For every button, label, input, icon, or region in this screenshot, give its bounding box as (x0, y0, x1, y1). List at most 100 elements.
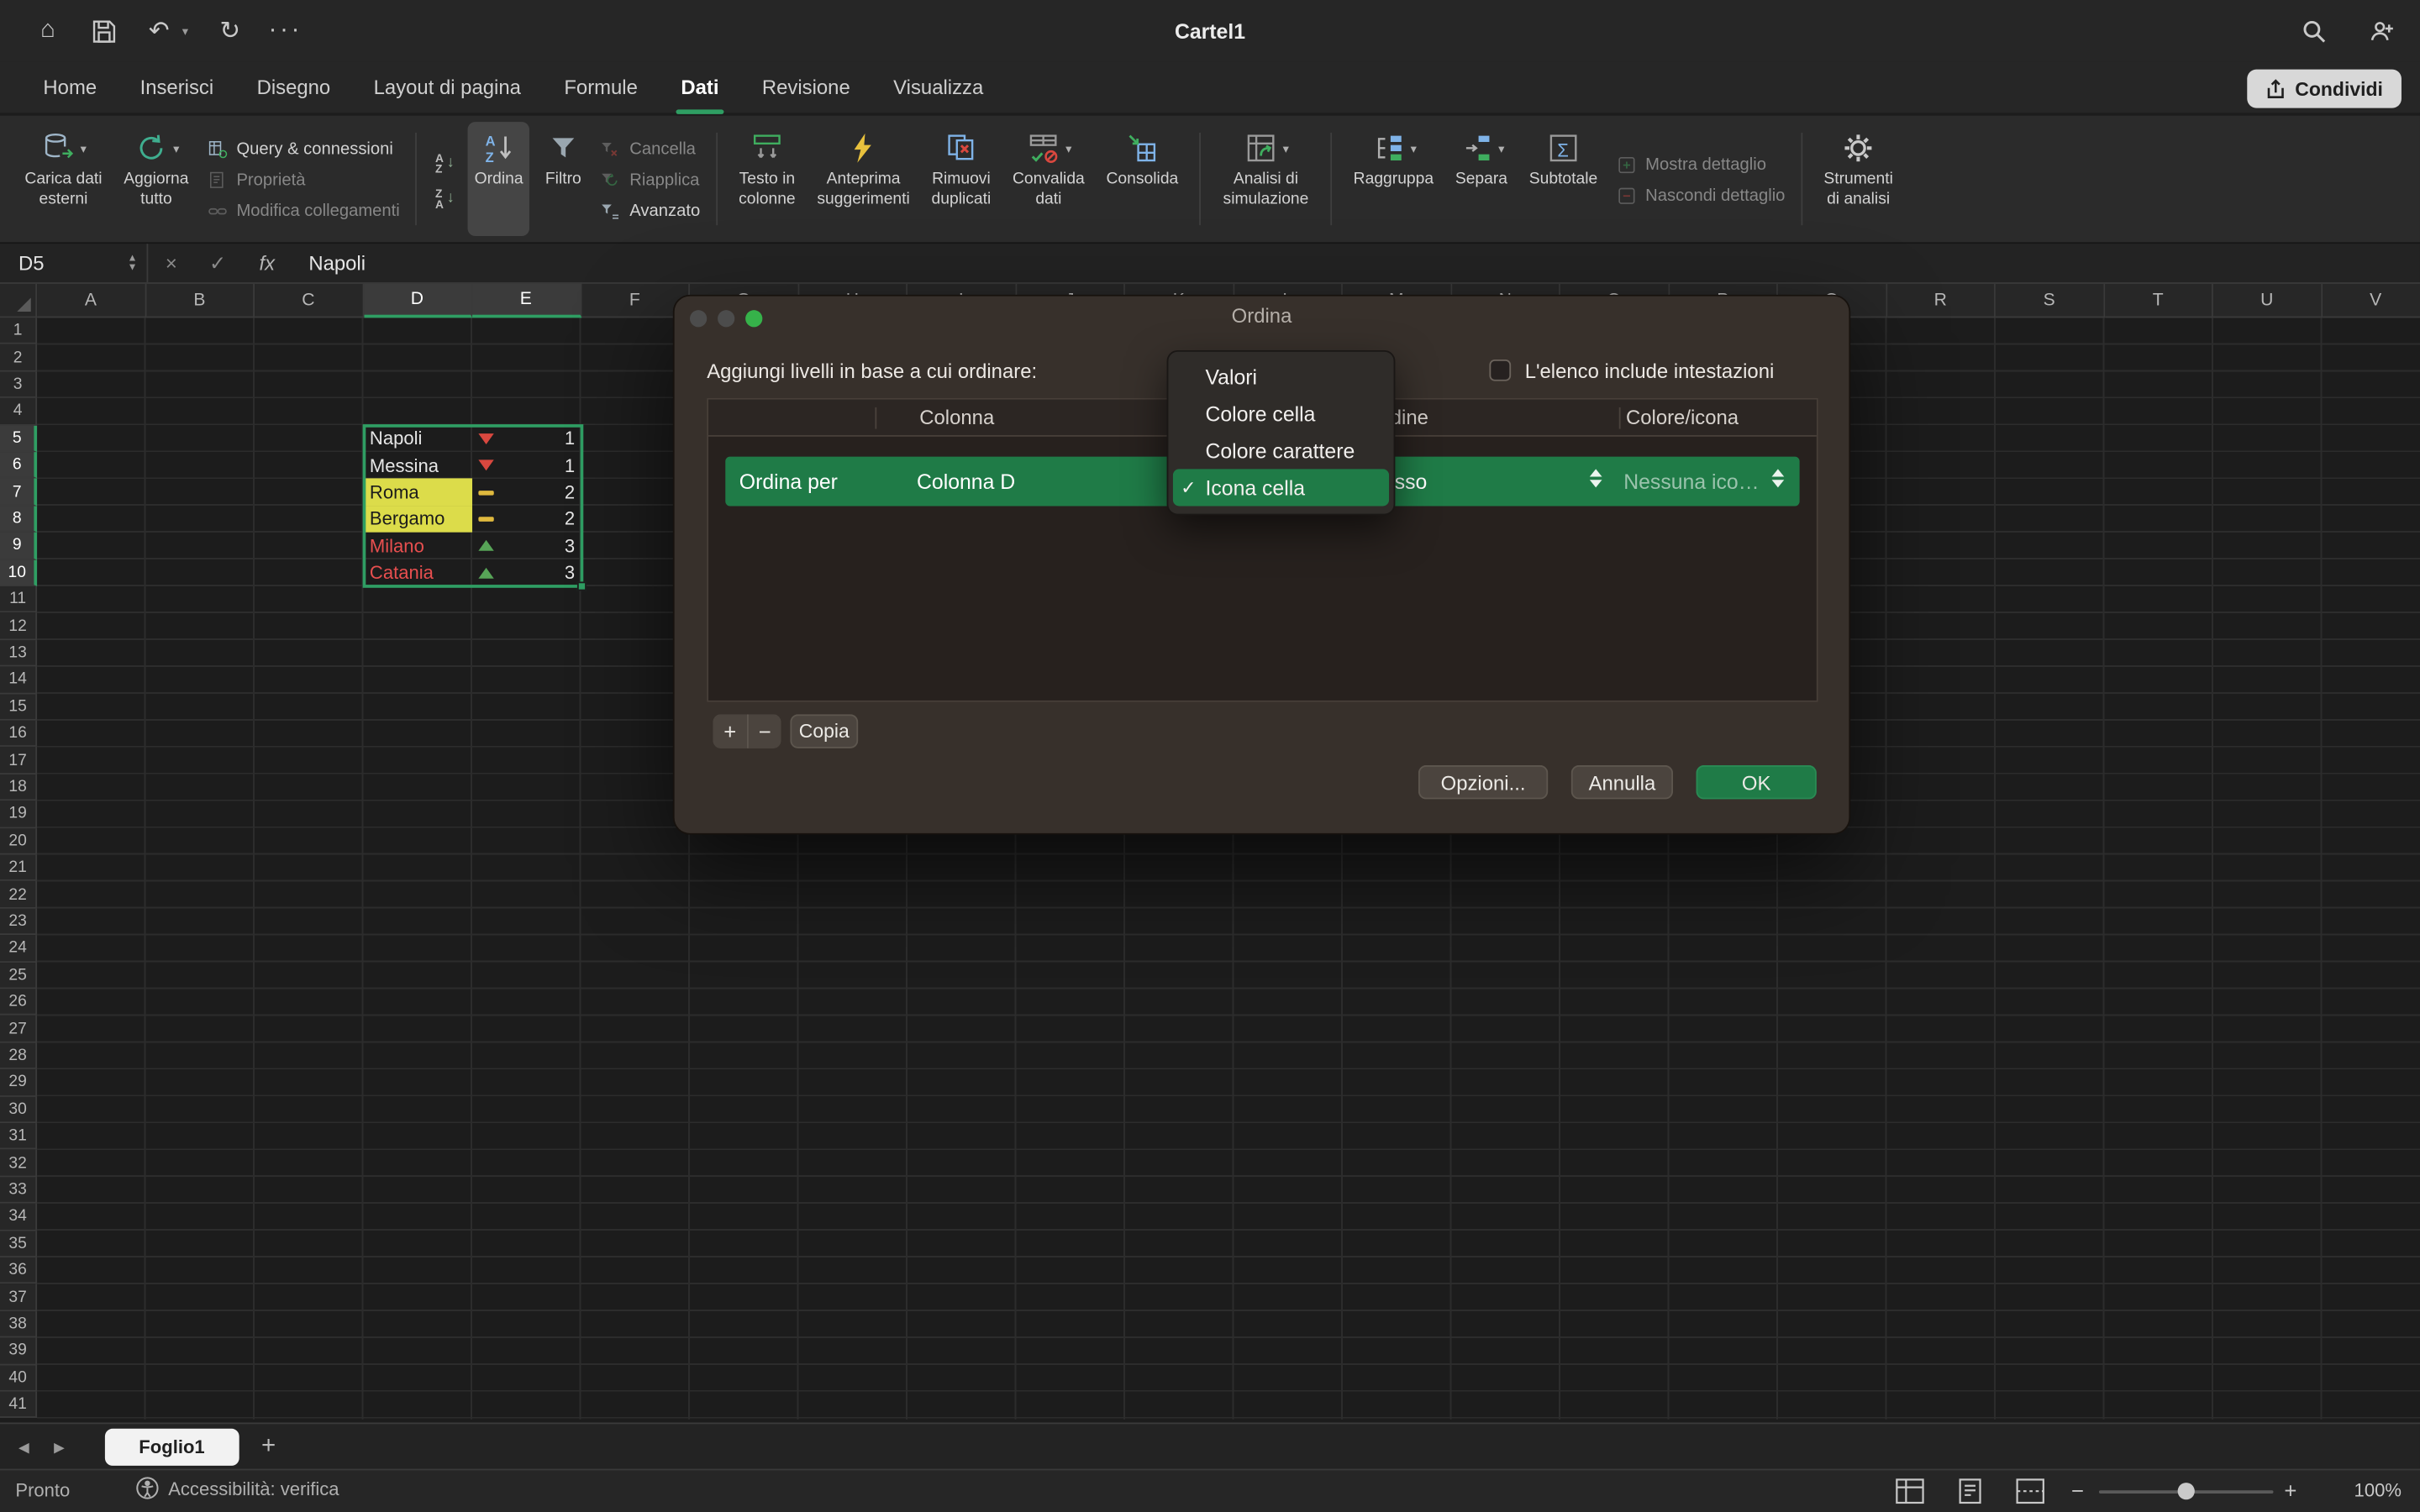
insert-function-icon[interactable]: fx (241, 251, 293, 275)
formula-input[interactable]: Napoli (308, 251, 366, 275)
column-header-F[interactable]: F (581, 284, 690, 318)
menu-item-colore-cella[interactable]: Colore cella (1173, 395, 1389, 432)
row-header-15[interactable]: 15 (0, 694, 37, 721)
column-header-R[interactable]: R (1886, 284, 1995, 318)
column-header-V[interactable]: V (2322, 284, 2420, 318)
zoom-in-icon[interactable]: + (2284, 1478, 2296, 1503)
row-header-12[interactable]: 12 (0, 613, 37, 640)
row-header-18[interactable]: 18 (0, 774, 37, 801)
color-icon-dropdown[interactable]: Nessuna ico… (1623, 457, 1759, 507)
row-header-22[interactable]: 22 (0, 881, 37, 908)
row-header-14[interactable]: 14 (0, 667, 37, 694)
cell-e5[interactable]: 1 (472, 425, 581, 452)
normal-view-icon[interactable] (1896, 1478, 1925, 1504)
tab-dati[interactable]: Dati (660, 61, 741, 113)
search-icon[interactable] (2300, 17, 2328, 45)
row-header-13[interactable]: 13 (0, 640, 37, 667)
tab-inserisci[interactable]: Inserisci (118, 61, 235, 113)
tab-visualizza[interactable]: Visualizza (871, 61, 1005, 113)
row-header-30[interactable]: 30 (0, 1096, 37, 1123)
row-header-33[interactable]: 33 (0, 1177, 37, 1204)
next-sheet-icon[interactable]: ▶ (54, 1439, 65, 1456)
row-header-27[interactable]: 27 (0, 1016, 37, 1042)
options-button[interactable]: Opzioni... (1418, 765, 1548, 799)
column-header-T[interactable]: T (2104, 284, 2212, 318)
row-header-8[interactable]: 8 (0, 506, 37, 533)
column-header-U[interactable]: U (2213, 284, 2322, 318)
headers-checkbox[interactable] (1489, 360, 1511, 381)
cell-d7[interactable]: Roma (364, 479, 472, 506)
menu-item-valori[interactable]: Valori (1173, 358, 1389, 395)
cell-d8[interactable]: Bergamo (364, 506, 472, 533)
page-layout-view-icon[interactable] (1955, 1478, 1985, 1504)
row-header-9[interactable]: 9 (0, 533, 37, 559)
ok-button[interactable]: OK (1697, 765, 1817, 799)
sort-descending-button[interactable]: ZA↓ (432, 184, 457, 212)
sort-ascending-button[interactable]: AZ↓ (432, 149, 457, 176)
queries-connections-button[interactable]: Query & connessioni (206, 138, 400, 161)
cell-e6[interactable]: 1 (472, 452, 581, 479)
filter-button[interactable]: Filtro (539, 122, 588, 236)
advanced-filter-button[interactable]: Avanzato (599, 200, 701, 223)
column-header-S[interactable]: S (1996, 284, 2104, 318)
tab-formule[interactable]: Formule (543, 61, 660, 113)
tab-disegno[interactable]: Disegno (235, 61, 352, 113)
text-to-columns-button[interactable]: Testo incolonne (733, 122, 802, 236)
row-header-38[interactable]: 38 (0, 1311, 37, 1338)
row-header-28[interactable]: 28 (0, 1042, 37, 1069)
add-sheet-button[interactable]: + (251, 1424, 285, 1470)
row-header-39[interactable]: 39 (0, 1338, 37, 1365)
row-header-36[interactable]: 36 (0, 1257, 37, 1284)
row-header-41[interactable]: 41 (0, 1392, 37, 1419)
row-header-1[interactable]: 1 (0, 318, 37, 344)
column-header-E[interactable]: E (472, 284, 581, 318)
row-header-40[interactable]: 40 (0, 1365, 37, 1392)
flash-fill-button[interactable]: Anteprimasuggerimenti (811, 122, 916, 236)
order-stepper-icon[interactable] (1590, 469, 1602, 487)
prev-sheet-icon[interactable]: ◀ (18, 1439, 29, 1456)
row-header-24[interactable]: 24 (0, 935, 37, 962)
sort-button[interactable]: AZOrdina (468, 122, 529, 236)
add-level-button[interactable]: + (713, 714, 747, 748)
row-header-26[interactable]: 26 (0, 989, 37, 1016)
row-header-23[interactable]: 23 (0, 908, 37, 935)
analysis-tools-button[interactable]: Strumentidi analisi (1818, 122, 1899, 236)
color-icon-stepper-icon[interactable] (1772, 469, 1785, 487)
cancel-entry-icon[interactable]: × (148, 251, 194, 275)
consolidate-button[interactable]: Consolida (1100, 122, 1184, 236)
share-button[interactable]: Condividi (2247, 70, 2402, 108)
column-header-A[interactable]: A (37, 284, 145, 318)
cell-e8[interactable]: 2 (472, 506, 581, 533)
row-header-19[interactable]: 19 (0, 801, 37, 828)
copy-level-button[interactable]: Copia (790, 714, 858, 748)
tab-home[interactable]: Home (22, 61, 118, 113)
row-header-34[interactable]: 34 (0, 1204, 37, 1231)
row-header-6[interactable]: 6 (0, 452, 37, 479)
row-header-5[interactable]: 5 (0, 425, 37, 452)
remove-duplicates-button[interactable]: Rimuoviduplicati (925, 122, 997, 236)
accessibility-status[interactable]: Accessibilità: verifica (136, 1477, 339, 1500)
what-if-analysis-button[interactable]: ▾Analisi disimulazione (1217, 122, 1315, 236)
share-user-icon[interactable] (2368, 17, 2396, 45)
row-header-29[interactable]: 29 (0, 1069, 37, 1096)
cell-e7[interactable]: 2 (472, 479, 581, 506)
row-header-3[interactable]: 3 (0, 371, 37, 398)
remove-level-button[interactable]: − (747, 714, 781, 748)
cell-d6[interactable]: Messina (364, 452, 472, 479)
ungroup-button[interactable]: ▾Separa (1449, 122, 1513, 236)
row-header-31[interactable]: 31 (0, 1123, 37, 1150)
group-button[interactable]: ▾Raggruppa (1347, 122, 1439, 236)
column-header-D[interactable]: D (364, 284, 472, 318)
data-validation-button[interactable]: ▾Convalidadati (1007, 122, 1091, 236)
row-header-2[interactable]: 2 (0, 344, 37, 371)
menu-item-icona-cella[interactable]: ✓Icona cella (1173, 469, 1389, 506)
column-dropdown[interactable]: Colonna D (917, 457, 1015, 507)
column-header-B[interactable]: B (146, 284, 255, 318)
column-header-C[interactable]: C (255, 284, 363, 318)
row-header-21[interactable]: 21 (0, 855, 37, 882)
page-break-view-icon[interactable] (2016, 1478, 2045, 1504)
load-external-data-button[interactable]: ▾Carica datiesterni (18, 122, 108, 236)
cell-d5[interactable]: Napoli (364, 425, 472, 452)
name-box-stepper-icon[interactable]: ▲▼ (128, 254, 138, 272)
row-header-35[interactable]: 35 (0, 1231, 37, 1257)
